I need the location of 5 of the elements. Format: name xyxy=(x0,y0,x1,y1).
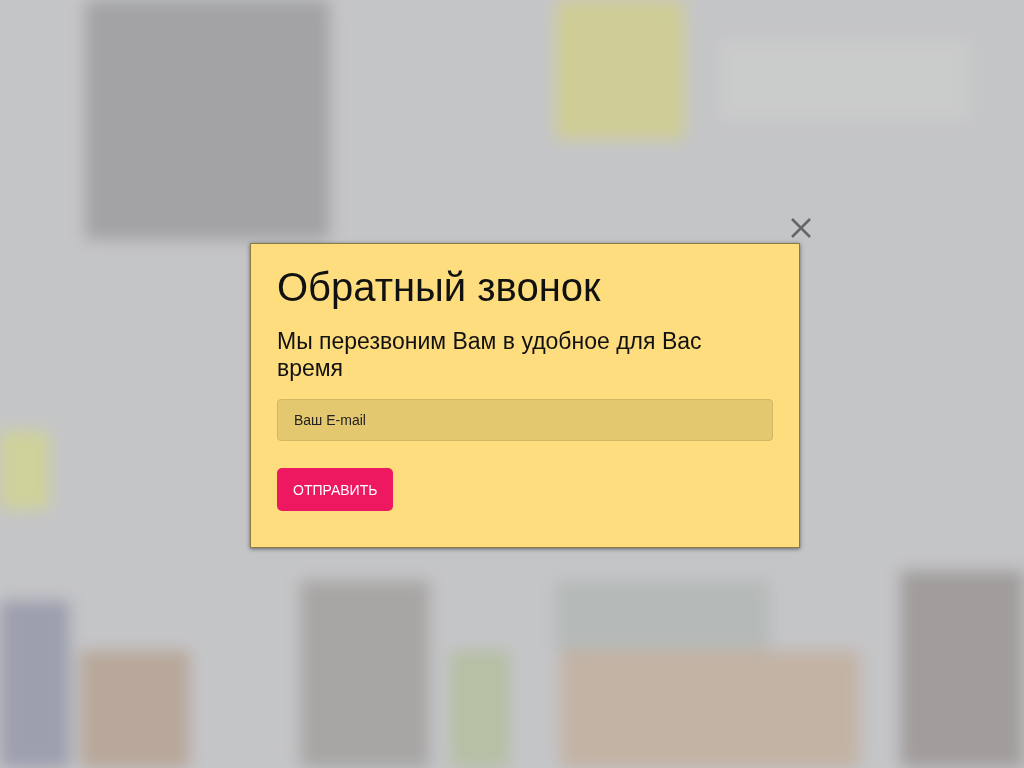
close-icon[interactable] xyxy=(790,217,812,239)
dialog-title: Обратный звонок xyxy=(277,264,602,310)
dialog-subtitle: Мы перезвоним Вам в удобное для Вас время xyxy=(277,328,703,382)
submit-button[interactable]: ОТПРАВИТЬ xyxy=(277,468,394,511)
email-field[interactable]: Ваш E-mail xyxy=(277,399,773,441)
